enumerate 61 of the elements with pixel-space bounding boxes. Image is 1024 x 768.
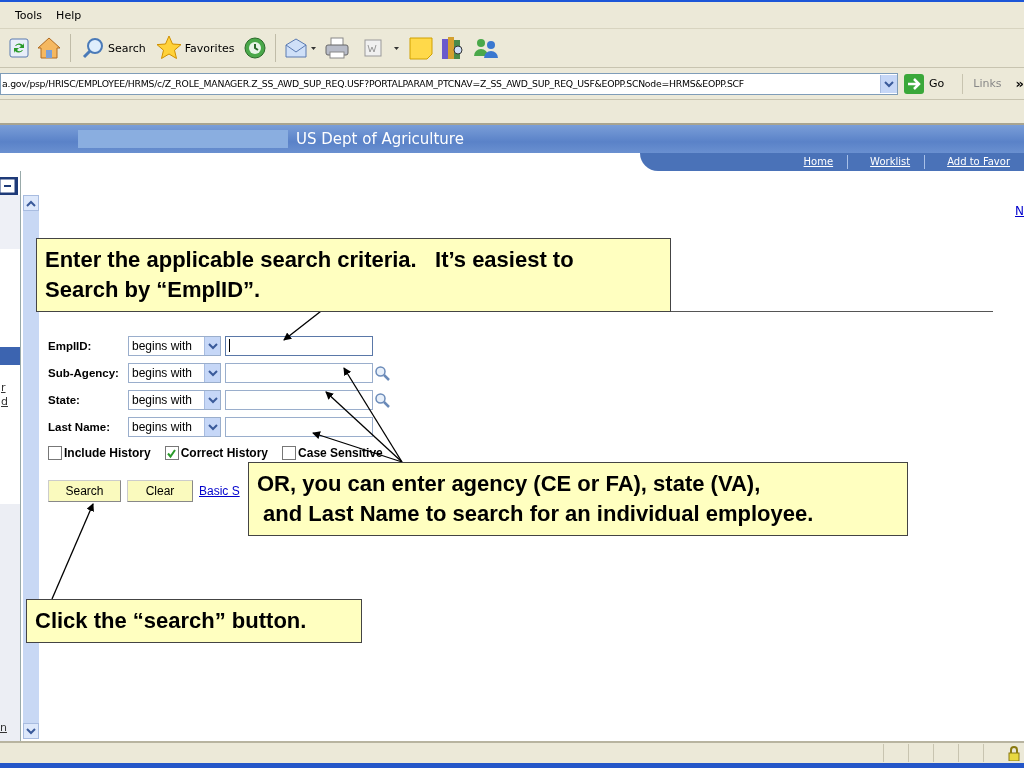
- history-icon[interactable]: [242, 36, 267, 60]
- address-field[interactable]: a.gov/psp/HRISC/EMPLOYEE/HRMS/c/Z_ROLE_MANAGER.Z_SS_AWD_SUP_REQ.USF?PORTALPARAM_PTCNAV=Z_SS_AWD_SUP_REQ_USF&EOPP.SCNode=HRMS&EOPP.SCF: [0, 72, 899, 95]
- sidebar-link[interactable]: d: [1, 395, 8, 409]
- books-icon[interactable]: [439, 35, 466, 61]
- checkbox-label: Include History: [64, 446, 151, 460]
- star-icon: [155, 35, 182, 61]
- favorites-button[interactable]: Favorites: [153, 35, 237, 61]
- chevron-down-icon: [207, 422, 218, 431]
- callout: Click the “search” button.: [26, 599, 362, 643]
- search-link[interactable]: Basic S: [199, 484, 240, 498]
- home-icon[interactable]: [36, 36, 62, 60]
- more-chevron[interactable]: »: [1015, 76, 1024, 91]
- chevron-down-icon: [207, 395, 218, 404]
- callout: Enter the applicable search criteria. It’s easiest to Search by “EmplID”.: [36, 238, 671, 312]
- nav-link[interactable]: Home: [781, 155, 848, 169]
- nav-link[interactable]: Add to Favor: [924, 155, 1024, 169]
- operator-dropdown[interactable]: begins with: [128, 335, 221, 356]
- sidebar-panel: [0, 195, 20, 249]
- page-link[interactable]: N: [1015, 204, 1024, 224]
- site-title: US Dept of Agriculture: [296, 130, 464, 148]
- sidebar-link[interactable]: r: [1, 381, 6, 395]
- checkbox[interactable]: [282, 446, 297, 460]
- lookup-icon[interactable]: [374, 364, 390, 381]
- menu-item[interactable]: Help: [49, 8, 89, 22]
- checkbox-label: Correct History: [180, 446, 269, 460]
- callout: OR, you can enter agency (CE or FA), state (VA), and Last Name to search for an individual employee.: [248, 462, 908, 536]
- input-field[interactable]: [225, 335, 373, 356]
- operator-dropdown[interactable]: begins with: [128, 416, 221, 437]
- chevron-down-icon[interactable]: [26, 727, 36, 735]
- form-button[interactable]: Search: [48, 480, 121, 502]
- mail-icon[interactable]: [283, 37, 318, 59]
- nav-link[interactable]: Worklist: [847, 155, 925, 169]
- checkbox-label: Case Sensitive: [298, 446, 383, 460]
- form-button[interactable]: Clear: [127, 480, 193, 502]
- menu-item[interactable]: Tools: [8, 8, 50, 22]
- input-field[interactable]: [225, 389, 373, 410]
- lock-icon: [1008, 745, 1020, 761]
- checkbox[interactable]: [48, 446, 62, 460]
- search-button[interactable]: Search: [79, 36, 148, 60]
- field-label: Last Name:: [48, 420, 111, 433]
- printer-icon[interactable]: [323, 36, 350, 60]
- chevron-down-icon: [884, 79, 895, 88]
- field-label: State:: [48, 393, 81, 406]
- people-icon[interactable]: [471, 36, 500, 60]
- field-label: EmplID:: [48, 339, 93, 352]
- collapse-icon[interactable]: [0, 177, 18, 195]
- input-field[interactable]: [225, 416, 373, 437]
- checkbox[interactable]: [164, 446, 179, 460]
- field-label: Sub-Agency:: [48, 366, 120, 379]
- operator-dropdown[interactable]: begins with: [128, 389, 221, 410]
- arrow-right-icon: [904, 73, 925, 94]
- chevron-up-icon[interactable]: [26, 199, 36, 207]
- refresh-icon[interactable]: [8, 37, 30, 59]
- go-button[interactable]: Go: [904, 73, 964, 94]
- lookup-icon[interactable]: [374, 391, 390, 408]
- chevron-down-icon: [207, 368, 218, 377]
- sidebar-link[interactable]: n: [0, 721, 20, 735]
- search-icon: [81, 36, 105, 60]
- input-field[interactable]: [225, 362, 373, 383]
- chevron-down-icon: [207, 341, 218, 350]
- operator-dropdown[interactable]: begins with: [128, 362, 221, 383]
